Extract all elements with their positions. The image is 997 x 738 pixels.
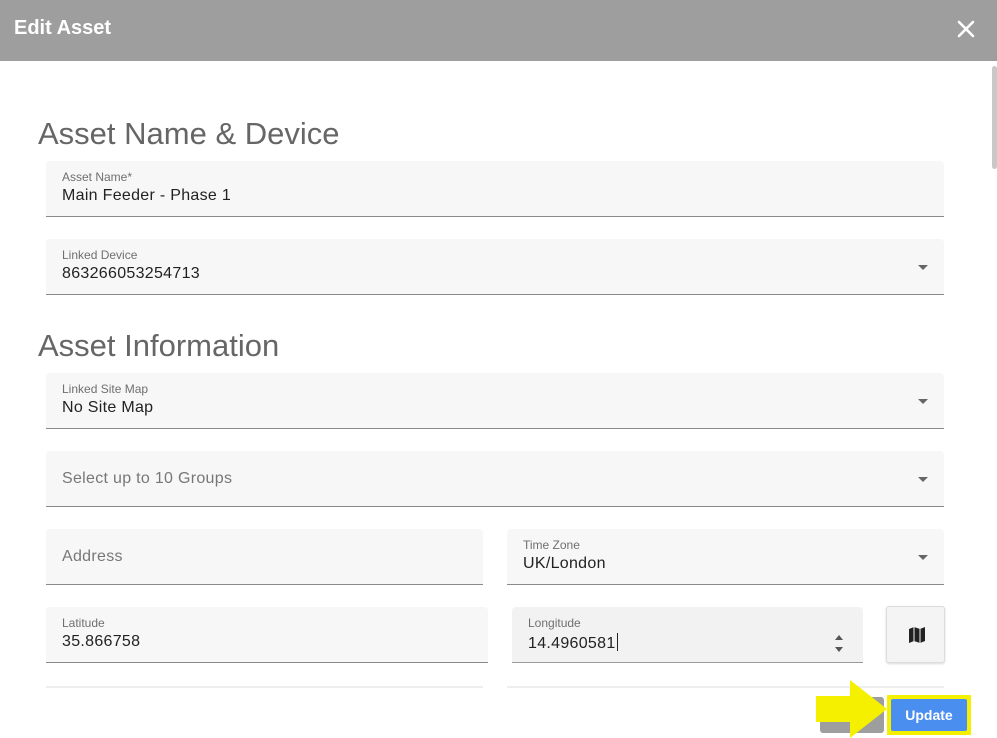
linked-device-select[interactable]: Linked Device 863266053254713 [46,239,944,295]
longitude-value[interactable]: 14.4960581 [528,633,618,653]
address-field[interactable]: Address [46,529,483,585]
text-cursor [616,633,618,651]
longitude-field[interactable]: Longitude 14.4960581 [512,607,863,663]
number-stepper-icon[interactable] [832,631,846,657]
linked-site-map-label: Linked Site Map [62,382,149,396]
longitude-text: 14.4960581 [528,635,616,652]
address-placeholder: Address [62,548,123,565]
groups-placeholder: Select up to 10 Groups [62,470,233,487]
scrollbar-thumb[interactable] [992,66,997,169]
dialog-header: Edit Asset [0,0,997,61]
time-zone-value: UK/London [523,555,606,572]
linked-device-value: 863266053254713 [62,265,200,282]
update-button[interactable]: Update [891,699,967,731]
map-icon [909,627,925,643]
section-title-information: Asset Information [38,328,280,363]
linked-site-map-select[interactable]: Linked Site Map No Site Map [46,373,944,429]
highlight-arrow-icon [816,680,887,738]
asset-name-label: Asset Name* [62,170,133,184]
map-button[interactable] [886,606,945,663]
partial-field [46,686,483,688]
asset-name-value[interactable]: Main Feeder - Phase 1 [62,187,231,205]
time-zone-select[interactable]: Time Zone UK/London [507,529,944,585]
time-zone-label: Time Zone [523,538,580,552]
chevron-down-icon[interactable] [918,555,928,560]
latitude-field[interactable]: Latitude 35.866758 [46,607,488,663]
groups-select[interactable]: Select up to 10 Groups [46,451,944,507]
linked-device-label: Linked Device [62,248,138,262]
longitude-label: Longitude [528,616,581,630]
latitude-label: Latitude [62,616,105,630]
dialog-title: Edit Asset [14,17,112,39]
latitude-value[interactable]: 35.866758 [62,633,140,651]
chevron-down-icon[interactable] [918,477,928,482]
section-title-name-device: Asset Name & Device [38,116,340,151]
chevron-down-icon[interactable] [918,399,928,404]
asset-name-field[interactable]: Asset Name* Main Feeder - Phase 1 [46,161,944,217]
close-icon[interactable] [953,16,979,42]
chevron-down-icon[interactable] [918,265,928,270]
linked-site-map-value: No Site Map [62,399,154,416]
